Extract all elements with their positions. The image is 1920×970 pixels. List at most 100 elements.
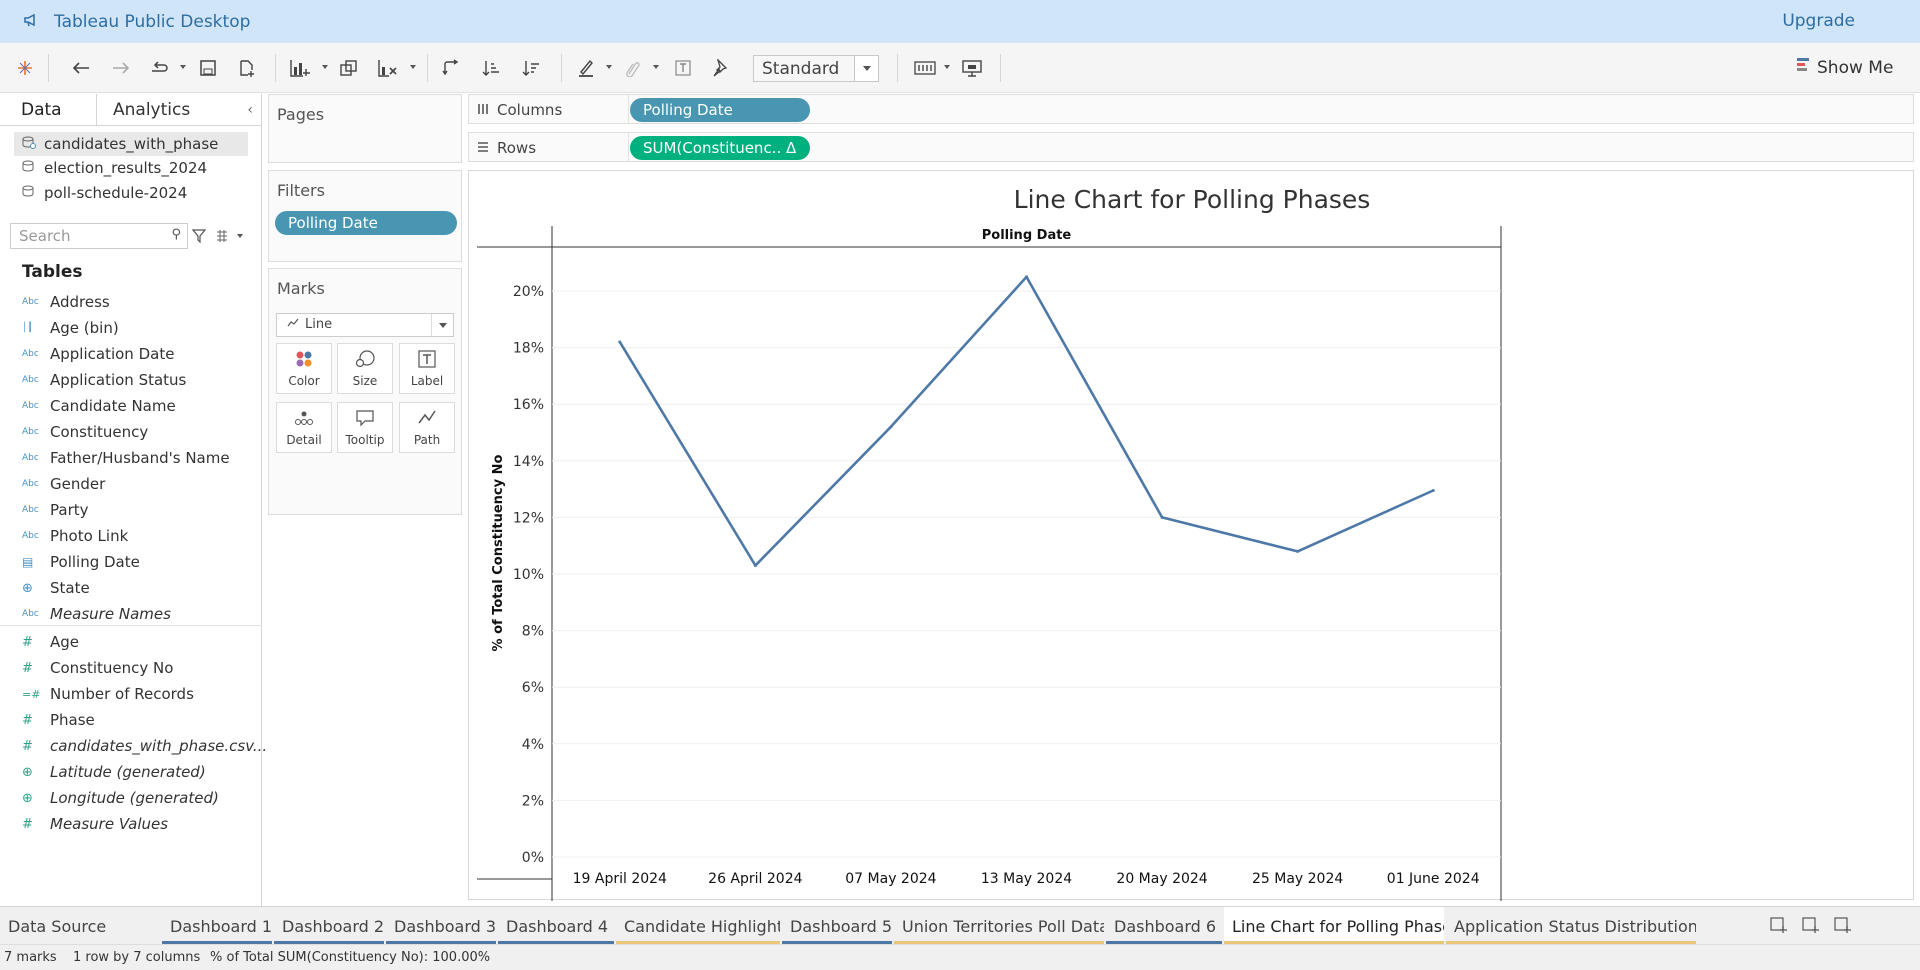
- rows-pill-sum-constituency[interactable]: SUM(Constituenc.. Δ: [630, 136, 810, 160]
- rows-shelf[interactable]: Rows SUM(Constituenc.. Δ: [468, 132, 1914, 162]
- field-longitude-generated[interactable]: ⊕ Longitude (generated): [22, 787, 219, 809]
- field-phase[interactable]: # Phase: [22, 709, 95, 731]
- path-button[interactable]: Path: [399, 402, 455, 453]
- undo-icon[interactable]: [72, 56, 90, 80]
- new-worksheet-icon[interactable]: [290, 56, 310, 80]
- field-constituency[interactable]: Abc Constituency: [22, 421, 148, 443]
- field-photo-link[interactable]: Abc Photo Link: [22, 525, 128, 547]
- field-measure-names[interactable]: Abc Measure Names: [22, 603, 171, 625]
- caret-down-icon[interactable]: [410, 65, 416, 69]
- line-chart[interactable]: Polling Date 0% 2% 4% 6% 8% 10% 12% 14% 16% 18% 20%…: [469, 171, 1915, 901]
- new-dashboard-icon[interactable]: [1770, 917, 1788, 937]
- pages-shelf[interactable]: Pages: [268, 94, 462, 163]
- upgrade-link[interactable]: Upgrade: [1782, 11, 1855, 31]
- field-state[interactable]: ⊕ State: [22, 577, 90, 599]
- swap-rows-columns-icon[interactable]: [442, 56, 460, 80]
- tooltip-button[interactable]: Tooltip: [337, 402, 393, 453]
- sheet-tab-data-source[interactable]: Data Source: [0, 907, 160, 945]
- y-tick-label: 10%: [513, 567, 544, 583]
- clear-sheet-icon[interactable]: [378, 56, 398, 80]
- field-address[interactable]: Abc Address: [22, 291, 110, 313]
- new-datasource-icon[interactable]: [238, 56, 256, 80]
- field-number-of-records[interactable]: =# Number of Records: [22, 683, 194, 705]
- filter-pill-polling-date[interactable]: Polling Date: [275, 211, 457, 235]
- fix-axes-pin-icon[interactable]: [712, 56, 728, 80]
- filter-icon[interactable]: [191, 228, 207, 247]
- sheet-tab-union-territories-poll-data[interactable]: Union Territories Poll Data: [894, 907, 1104, 945]
- mark-type-dropdown[interactable]: Line: [276, 313, 454, 337]
- sheet-tab-dashboard-4[interactable]: Dashboard 4: [498, 907, 614, 945]
- highlight-icon[interactable]: [578, 56, 594, 80]
- label-button[interactable]: Label: [399, 343, 455, 394]
- detail-button[interactable]: Detail: [276, 402, 332, 453]
- new-story-icon[interactable]: [1834, 917, 1852, 937]
- field-father-husband-s-name[interactable]: Abc Father/Husband's Name: [22, 447, 230, 469]
- sheet-tab-label: Dashboard 1: [170, 917, 272, 936]
- show-mark-labels-icon[interactable]: [675, 56, 691, 80]
- presentation-mode-icon[interactable]: [962, 56, 982, 80]
- field-candidate-name[interactable]: Abc Candidate Name: [22, 395, 176, 417]
- field-age[interactable]: # Age: [22, 631, 79, 653]
- redo-icon[interactable]: [112, 56, 130, 80]
- field-candidates-with-phase-csv[interactable]: # candidates_with_phase.csv...: [22, 735, 267, 757]
- show-cards-icon[interactable]: [914, 56, 936, 80]
- caret-down-icon[interactable]: [944, 65, 950, 69]
- sheet-tab-dashboard-6[interactable]: Dashboard 6: [1106, 907, 1222, 945]
- save-icon[interactable]: [200, 56, 216, 80]
- x-tick-label: 13 May 2024: [981, 871, 1072, 887]
- datasource-item[interactable]: candidates_with_phase: [14, 132, 248, 156]
- path-label: Path: [413, 433, 441, 447]
- sheet-tab-dashboard-2[interactable]: Dashboard 2: [274, 907, 384, 945]
- show-me-label: Show Me: [1817, 57, 1894, 78]
- field-label: Age (bin): [50, 319, 119, 337]
- tab-analytics[interactable]: Analytics: [113, 100, 190, 120]
- color-button[interactable]: Color: [276, 343, 332, 394]
- field-label: Candidate Name: [50, 397, 176, 415]
- caret-down-icon[interactable]: [653, 65, 659, 69]
- view-canvas[interactable]: Line Chart for Polling Phases Polling Da…: [468, 170, 1915, 901]
- marks-title: Marks: [277, 279, 325, 298]
- sheet-tab-line-chart-for-polling-phases[interactable]: Line Chart for Polling Phases: [1224, 907, 1444, 945]
- sheet-tab-application-status-distribution[interactable]: Application Status Distribution ...: [1446, 907, 1696, 945]
- view-options-icon[interactable]: [216, 228, 244, 247]
- field-constituency-no[interactable]: # Constituency No: [22, 657, 173, 679]
- geo-type-icon: ⊕: [22, 764, 33, 780]
- caret-down-icon[interactable]: [606, 65, 612, 69]
- caret-down-icon[interactable]: [322, 65, 328, 69]
- show-me-button[interactable]: Show Me: [1797, 57, 1893, 78]
- columns-pill-polling-date[interactable]: Polling Date: [630, 98, 810, 122]
- columns-shelf[interactable]: Columns Polling Date: [468, 94, 1914, 124]
- sort-descending-icon[interactable]: [522, 56, 540, 80]
- datasource-item[interactable]: election_results_2024: [22, 156, 207, 180]
- data-point: [1160, 515, 1164, 519]
- size-button[interactable]: Size: [337, 343, 393, 394]
- fit-dropdown[interactable]: Standard: [753, 55, 879, 82]
- field-polling-date[interactable]: ▤ Polling Date: [22, 551, 140, 573]
- redo-dropdown-icon[interactable]: [150, 56, 170, 80]
- group-members-icon[interactable]: [624, 56, 640, 80]
- field-party[interactable]: Abc Party: [22, 499, 89, 521]
- tab-data[interactable]: Data: [21, 100, 62, 120]
- field-application-status[interactable]: Abc Application Status: [22, 369, 186, 391]
- filters-shelf[interactable]: Filters Polling Date: [268, 170, 462, 262]
- datasource-item[interactable]: poll-schedule-2024: [22, 181, 187, 205]
- y-tick-label: 8%: [522, 624, 544, 640]
- field-age-bin[interactable]: │┃ Age (bin): [22, 317, 119, 339]
- sheet-tab-dashboard-1[interactable]: Dashboard 1: [162, 907, 272, 945]
- tableau-logo-icon[interactable]: [16, 56, 34, 80]
- sheet-tab-dashboard-5[interactable]: Dashboard 5: [782, 907, 892, 945]
- field-latitude-generated[interactable]: ⊕ Latitude (generated): [22, 761, 206, 783]
- new-worksheet-tab-icon[interactable]: [1802, 917, 1820, 937]
- search-input[interactable]: Search ⚲: [10, 223, 188, 249]
- collapse-pane-icon[interactable]: ‹: [247, 102, 253, 118]
- sheet-tab-candidate-highlights[interactable]: Candidate Highlights: [616, 907, 780, 945]
- y-tick-label: 12%: [513, 510, 544, 526]
- caret-down-icon[interactable]: [180, 65, 186, 69]
- field-measure-values[interactable]: # Measure Values: [22, 813, 168, 835]
- field-gender[interactable]: Abc Gender: [22, 473, 105, 495]
- field-application-date[interactable]: Abc Application Date: [22, 343, 174, 365]
- duplicate-sheet-icon[interactable]: [340, 56, 358, 80]
- sheet-tab-dashboard-3[interactable]: Dashboard 3: [386, 907, 496, 945]
- sort-ascending-icon[interactable]: [482, 56, 500, 80]
- sheet-tab-label: Line Chart for Polling Phases: [1232, 917, 1444, 936]
